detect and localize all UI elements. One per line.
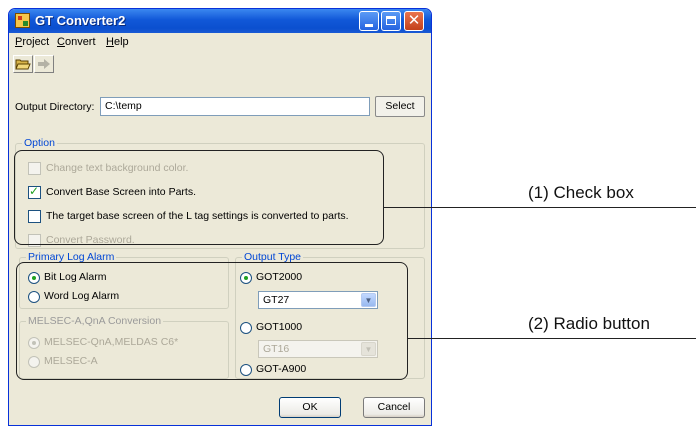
minimize-button[interactable] — [359, 11, 379, 31]
close-button[interactable]: ✕ — [404, 11, 424, 31]
cancel-button[interactable]: Cancel — [363, 397, 425, 418]
maximize-icon — [386, 16, 396, 25]
menu-project-label: roject — [22, 36, 50, 48]
menu-help-label: elp — [113, 36, 129, 48]
title-bar[interactable]: GT Converter2 ✕ — [9, 9, 431, 33]
select-button[interactable]: Select — [375, 96, 425, 117]
menu-convert-label: onvert — [64, 36, 96, 48]
app-icon — [15, 13, 30, 28]
maximize-button[interactable] — [381, 11, 401, 31]
open-folder-icon — [15, 59, 31, 70]
close-icon: ✕ — [407, 12, 421, 29]
menu-help[interactable]: Help — [106, 36, 129, 48]
checkbox-highlight-box — [14, 150, 384, 245]
checkbox-callout-line — [384, 207, 696, 208]
minimize-icon — [365, 24, 373, 27]
ok-button[interactable]: OK — [279, 397, 341, 418]
menu-help-mnemonic: H — [106, 36, 114, 48]
window-title: GT Converter2 — [35, 13, 126, 28]
menu-project[interactable]: Project — [15, 36, 49, 48]
radio-callout-text: (2) Radio button — [528, 314, 650, 333]
convert-arrow-button[interactable] — [34, 55, 54, 73]
radio-callout-line — [408, 338, 696, 339]
option-legend: Option — [22, 137, 57, 149]
checkbox-callout-text: (1) Check box — [528, 183, 634, 202]
output-directory-label: Output Directory: — [15, 101, 95, 113]
menu-bar: Project Convert Help — [9, 33, 431, 51]
open-folder-button[interactable] — [13, 55, 33, 73]
menu-convert-mnemonic: C — [57, 36, 65, 48]
arrow-right-icon — [38, 59, 50, 69]
menu-convert[interactable]: Convert — [57, 36, 96, 48]
output-directory-input[interactable]: C:\temp — [100, 97, 370, 116]
radio-highlight-box — [16, 262, 408, 380]
